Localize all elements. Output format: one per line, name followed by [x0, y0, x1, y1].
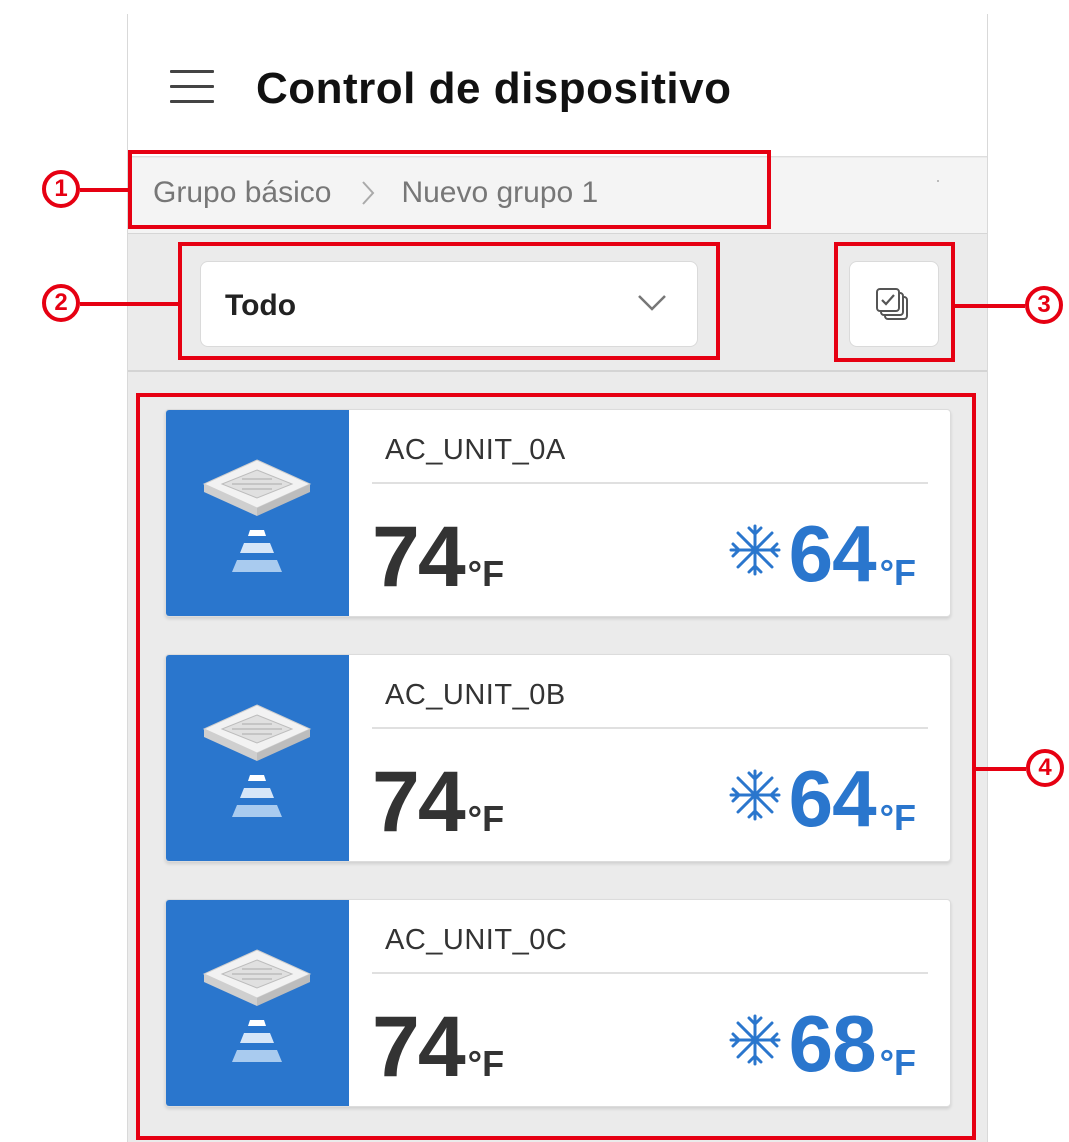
device-icon-panel: [166, 655, 349, 861]
set-temperature: 68 °F: [727, 1004, 916, 1084]
multi-select-button[interactable]: [849, 261, 939, 347]
chevron-right-icon: [361, 180, 375, 206]
header: Control de dispositivo: [128, 14, 987, 157]
current-temperature: 74 °F: [372, 514, 504, 600]
set-temperature: 64 °F: [727, 759, 916, 839]
snowflake-cool-icon: [729, 524, 781, 576]
device-icon-panel: [166, 410, 349, 616]
callout-marker-2: 2: [42, 284, 80, 322]
breadcrumb: Grupo básico Nuevo grupo 1: [153, 176, 598, 210]
snowflake-cool-icon: [729, 1014, 781, 1066]
breadcrumb-bar: Grupo básico Nuevo grupo 1: [128, 158, 987, 234]
ceiling-cassette-ac-icon: [202, 949, 312, 1062]
callout-line-1: [80, 188, 128, 192]
set-temperature-unit: °F: [879, 1042, 916, 1083]
callout-marker-4: 4: [1026, 749, 1064, 787]
current-temperature-value: 74: [372, 509, 466, 605]
card-divider: [372, 482, 928, 484]
current-temperature-value: 74: [372, 754, 466, 850]
card-divider: [372, 727, 928, 729]
current-temperature-unit: °F: [467, 553, 505, 594]
filter-bar: Todo: [128, 235, 987, 372]
device-control-app: Control de dispositivo Grupo básico Nuev…: [127, 14, 988, 1142]
multi-select-checkbox-icon: [876, 288, 908, 320]
snowflake-cool-icon: [729, 769, 781, 821]
current-temperature-value: 74: [372, 999, 466, 1095]
set-temperature-value: 64: [788, 509, 877, 598]
breadcrumb-item-basic-group[interactable]: Grupo básico: [153, 176, 331, 210]
set-temperature-value: 68: [788, 999, 877, 1088]
device-filter-value: Todo: [225, 289, 297, 322]
device-filter-select[interactable]: Todo: [200, 261, 698, 347]
current-temperature-unit: °F: [467, 798, 505, 839]
set-temperature-value: 64: [788, 754, 877, 843]
ceiling-cassette-ac-icon: [202, 704, 312, 817]
callout-marker-1: 1: [42, 170, 80, 208]
set-temperature-unit: °F: [879, 797, 916, 838]
chevron-down-icon: [637, 294, 667, 317]
device-card[interactable]: AC_UNIT_0C 74 °F 68 °F: [165, 899, 951, 1107]
current-temperature: 74 °F: [372, 759, 504, 845]
device-name: AC_UNIT_0A: [385, 434, 566, 466]
set-temperature: 64 °F: [727, 514, 916, 594]
current-temperature-unit: °F: [467, 1043, 505, 1084]
current-temperature: 74 °F: [372, 1004, 504, 1090]
device-name: AC_UNIT_0C: [385, 924, 568, 956]
breadcrumb-item-new-group[interactable]: Nuevo grupo 1: [401, 176, 598, 210]
device-card[interactable]: AC_UNIT_0B 74 °F 64 °F: [165, 654, 951, 862]
device-card[interactable]: AC_UNIT_0A 74 °F 64 °F: [165, 409, 951, 617]
divider-dot: [937, 180, 939, 182]
set-temperature-unit: °F: [879, 552, 916, 593]
device-icon-panel: [166, 900, 349, 1106]
ceiling-cassette-ac-icon: [202, 459, 312, 572]
card-divider: [372, 972, 928, 974]
page-title: Control de dispositivo: [256, 64, 732, 113]
callout-marker-3: 3: [1025, 286, 1063, 324]
device-card-list: AC_UNIT_0A 74 °F 64 °F AC_UNIT_0B 74 °F …: [165, 409, 951, 1142]
hamburger-menu-icon[interactable]: [170, 70, 214, 104]
device-name: AC_UNIT_0B: [385, 679, 566, 711]
